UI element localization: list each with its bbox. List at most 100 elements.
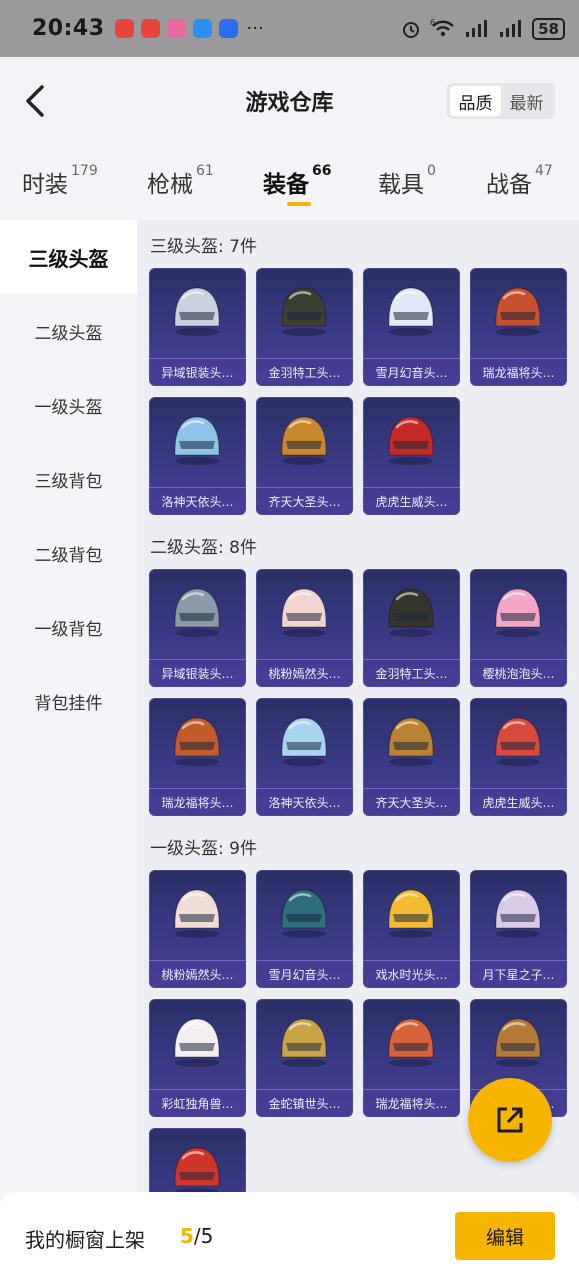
share-out-icon [497,1107,523,1133]
item-name: 金蛇镇世头… [256,1089,353,1117]
item-name: 戏水时光头… [363,960,460,988]
item-name: 瑞龙福将头… [149,788,246,816]
shelf-max: 5 [200,1224,214,1248]
tab-weapons[interactable]: 枪械61 [147,163,214,199]
item-card[interactable]: 金羽特工头… [363,569,460,687]
signal-icon-2 [500,19,522,37]
tab-fashion[interactable]: 时装179 [22,163,98,199]
vivo-app-icon [166,19,186,38]
helmet-icon [174,416,220,465]
sidebar-item-level3-helmet[interactable]: 三级头盔 [0,220,137,294]
item-card[interactable]: 齐天大圣头… [363,698,460,816]
helmet-icon [495,889,541,938]
item-card[interactable] [149,1128,246,1192]
item-name: 桃粉嫣然头… [149,960,246,988]
helmet-icon [281,889,327,938]
item-card[interactable]: 异域银装头… [149,569,246,687]
sidebar: 三级头盔 二级头盔 一级头盔 三级背包 二级背包 一级背包 背包挂件 [0,220,137,1192]
helmet-icon [388,717,434,766]
item-name: 彩虹独角兽… [149,1089,246,1117]
alarm-icon [403,21,420,38]
item-name: 樱桃泡泡头… [470,659,567,687]
item-card[interactable]: 异域银装头… [149,268,246,386]
helmet-icon [174,889,220,938]
helmet-icon [174,588,220,637]
item-card[interactable]: 瑞龙福将头… [363,999,460,1117]
item-card[interactable]: 桃粉嫣然头… [149,870,246,988]
tab-supplies[interactable]: 战备47 [486,163,553,199]
item-name: 雪月幻音头… [363,358,460,386]
item-name: 齐天大圣头… [363,788,460,816]
item-card[interactable]: 瑞龙福将头… [470,268,567,386]
helmet-icon [495,717,541,766]
section-title: 一级头盔: 9件 [150,839,257,859]
helmet-icon [495,588,541,637]
signal-icon-1 [466,19,488,37]
item-card[interactable]: 洛神天依头… [149,397,246,515]
sidebar-item-level3-backpack[interactable]: 三级背包 [0,442,137,516]
helmet-icon [174,1018,220,1067]
sidebar-item-backpack-charm[interactable]: 背包挂件 [0,664,137,738]
sort-toggle[interactable]: 品质 最新 [447,83,555,119]
tab-equipment[interactable]: 装备66 [263,163,331,199]
item-name: 月下星之子… [470,960,567,988]
item-card[interactable]: 虎虎生威头… [363,397,460,515]
sidebar-item-level2-helmet[interactable]: 二级头盔 [0,294,137,368]
item-card[interactable]: 桃粉嫣然头… [256,569,353,687]
item-card[interactable]: 雪月幻音头… [363,268,460,386]
item-card[interactable]: 洛神天依头… [256,698,353,816]
huawei-app-icon [114,19,134,38]
item-name: 虎虎生威头… [470,788,567,816]
item-name: 瑞龙福将头… [363,1089,460,1117]
item-card[interactable]: 彩虹独角兽… [149,999,246,1117]
item-card[interactable]: 戏水时光头… [363,870,460,988]
helmet-icon [281,588,327,637]
item-card[interactable]: 金羽特工头… [256,268,353,386]
item-name: 异域银装头… [149,358,246,386]
more-notifications-icon: ··· [246,18,264,39]
item-name: 桃粉嫣然头… [256,659,353,687]
share-button[interactable] [468,1078,552,1162]
item-card[interactable]: 虎虎生威头… [470,698,567,816]
item-card[interactable]: 月下星之子… [470,870,567,988]
status-right: 6 58 [400,17,565,40]
shelf-label: 我的橱窗上架 [25,1228,145,1252]
tab-vehicles[interactable]: 载具0 [378,163,436,199]
helmet-icon [388,889,434,938]
item-card[interactable]: 金蛇镇世头… [256,999,353,1117]
helmet-icon [174,717,220,766]
helmet-icon [281,287,327,336]
item-name: 雪月幻音头… [256,960,353,988]
item-name: 金羽特工头… [256,358,353,386]
item-name: 金羽特工头… [363,659,460,687]
helmet-icon [388,287,434,336]
section-title: 三级头盔: 7件 [150,237,257,257]
header: 游戏仓库 品质 最新 [0,57,579,147]
sort-by-quality[interactable]: 品质 [450,86,501,116]
sidebar-item-level1-helmet[interactable]: 一级头盔 [0,368,137,442]
helmet-icon [388,588,434,637]
sort-by-newest[interactable]: 最新 [501,86,552,116]
item-name: 瑞龙福将头… [470,358,567,386]
sidebar-item-level1-backpack[interactable]: 一级背包 [0,590,137,664]
item-card[interactable]: 雪月幻音头… [256,870,353,988]
item-card[interactable]: 瑞龙福将头… [149,698,246,816]
sidebar-item-level2-backpack[interactable]: 二级背包 [0,516,137,590]
helmet-icon [495,1018,541,1067]
helmet-icon [281,416,327,465]
notification-icons: ··· [114,18,264,39]
helmet-icon [174,1147,220,1192]
shelf-current: 5 [180,1224,194,1248]
helmet-icon [281,1018,327,1067]
item-card[interactable]: 樱桃泡泡头… [470,569,567,687]
item-name: 异域银装头… [149,659,246,687]
category-tabs: 时装179 枪械61 装备66 载具0 战备47 [0,147,579,220]
active-tab-indicator [287,202,311,206]
item-name: 齐天大圣头… [256,487,353,515]
browser-app-icon [192,19,212,38]
edit-button[interactable]: 编辑 [455,1212,555,1260]
item-card[interactable]: 齐天大圣头… [256,397,353,515]
item-name: 洛神天依头… [149,487,246,515]
helmet-icon [174,287,220,336]
item-name: 洛神天依头… [256,788,353,816]
